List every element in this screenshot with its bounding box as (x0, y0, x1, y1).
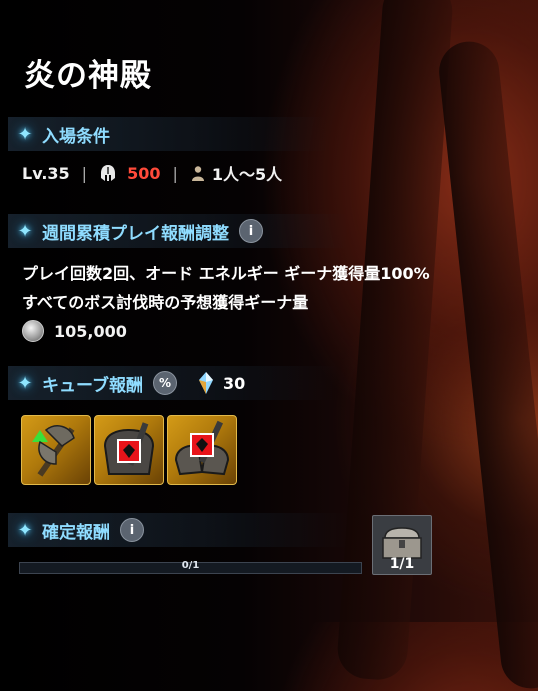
person-icon (191, 166, 204, 181)
level-requirement: Lv.35 (22, 163, 70, 183)
cube-reward-header: ✦ キューブ報酬 % 30 (8, 366, 338, 400)
info-icon[interactable]: i (120, 518, 144, 542)
divider: | (81, 163, 88, 183)
crystal-icon (198, 372, 213, 394)
player-count: 1人〜5人 (211, 165, 283, 184)
sparkle-icon: ✦ (17, 519, 33, 541)
sparkle-icon: ✦ (17, 372, 33, 394)
shoulder-armor-icon (174, 420, 230, 476)
power-requirement: 500 (127, 163, 161, 183)
section-label: 入場条件 (42, 126, 110, 147)
weekly-reward-header: ✦ 週間累積プレイ報酬調整 i (8, 214, 348, 248)
crystal-count: 30 (222, 373, 246, 393)
helmet-icon (101, 165, 116, 181)
section-label: キューブ報酬 (42, 375, 143, 396)
background-tree (436, 38, 538, 691)
gina-amount-row: 105,000 (22, 320, 127, 342)
weekly-reward-line-1: プレイ回数2回、オード エネルギー ギーナ獲得量100% (22, 264, 430, 283)
percent-icon[interactable]: % (152, 371, 177, 395)
guaranteed-reward-chest[interactable]: 1/1 (372, 515, 432, 575)
sparkle-icon: ✦ (17, 220, 33, 242)
progress-text: 0/1 (181, 560, 200, 571)
divider: | (172, 163, 178, 183)
info-icon[interactable]: i (239, 219, 263, 243)
guaranteed-progress-bar: 0/1 (19, 560, 362, 574)
section-label: 確定報酬 (42, 522, 110, 543)
gina-amount: 105,000 (54, 321, 127, 341)
entry-conditions-row: Lv.35 | 500 | 1人〜5人 (22, 161, 282, 185)
guaranteed-reward-header: ✦ 確定報酬 i (8, 513, 348, 547)
chest-count: 1/1 (389, 556, 415, 572)
gina-coin-icon (22, 320, 44, 342)
page-title: 炎の神殿 (24, 58, 152, 94)
sparkle-icon: ✦ (17, 123, 33, 145)
section-label: 週間累積プレイ報酬調整 (42, 223, 229, 244)
axe-weapon-icon (32, 425, 75, 477)
background-tree (335, 0, 455, 682)
chest-armor-icon (103, 422, 155, 475)
cube-reward-item-axe[interactable] (21, 415, 91, 485)
cube-reward-item-armor[interactable] (94, 415, 164, 485)
entry-conditions-header: ✦ 入場条件 (8, 117, 328, 151)
cube-reward-item-shoulder[interactable] (167, 415, 237, 485)
weekly-reward-line-2: すべてのボス討伐時の予想獲得ギーナ量 (22, 293, 309, 312)
